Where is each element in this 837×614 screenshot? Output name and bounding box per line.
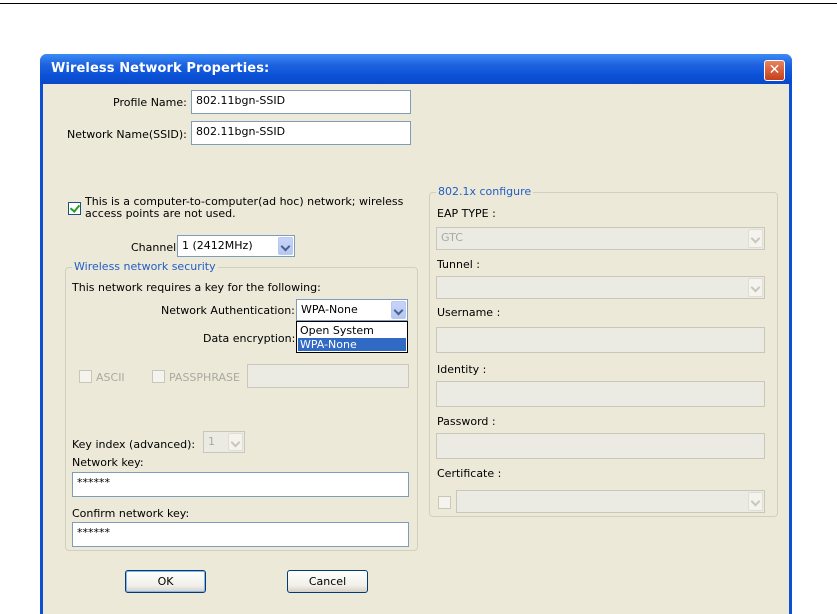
auth-option-wpa-none[interactable]: WPA-None (298, 338, 406, 351)
key-index-select[interactable]: 1 (203, 431, 245, 453)
password-input[interactable] (436, 433, 765, 459)
wireless-properties-dialog: Wireless Network Properties: ✕ Profile N… (40, 54, 792, 614)
data-encryption-label: Data encryption: (203, 332, 296, 345)
ssid-input[interactable]: 802.11bgn-SSID (191, 121, 411, 145)
ascii-label: ASCII (96, 371, 125, 384)
passphrase-input[interactable] (247, 364, 409, 388)
key-index-label: Key index (advanced): (72, 438, 196, 451)
chevron-down-icon[interactable] (748, 492, 763, 511)
eap-type-label: EAP TYPE : (437, 207, 496, 220)
certificate-select[interactable] (456, 490, 765, 513)
confirm-key-input[interactable]: ****** (72, 522, 409, 547)
network-auth-label: Network Authentication: (161, 304, 295, 317)
eap-type-value: GTC (441, 231, 463, 244)
chevron-down-icon[interactable] (391, 301, 406, 319)
chevron-down-icon[interactable] (748, 278, 763, 297)
security-group-title: Wireless network security (72, 260, 218, 273)
ok-button[interactable]: OK (125, 570, 206, 593)
eap-type-select[interactable]: GTC (436, 227, 765, 250)
certificate-label: Certificate : (437, 467, 502, 480)
top-divider-line (0, 3, 837, 4)
close-button[interactable]: ✕ (764, 60, 785, 81)
chevron-down-icon[interactable] (278, 237, 293, 255)
cancel-button[interactable]: Cancel (287, 570, 368, 593)
network-auth-dropdown-list[interactable]: Open System WPA-None (296, 321, 408, 353)
identity-input[interactable] (436, 381, 765, 407)
identity-label: Identity : (437, 363, 487, 376)
network-key-input[interactable]: ****** (72, 472, 409, 497)
username-input[interactable] (436, 327, 765, 353)
eap-group-title: 802.1x configure (436, 185, 534, 198)
chevron-down-icon[interactable] (228, 433, 243, 451)
profile-name-label: Profile Name: (113, 96, 187, 109)
channel-select[interactable]: 1 (2412MHz) (177, 235, 295, 257)
adhoc-checkbox[interactable] (68, 202, 81, 215)
dialog-client-area: Profile Name: 802.11bgn-SSID Network Nam… (43, 84, 789, 614)
dialog-title: Wireless Network Properties: (51, 61, 270, 76)
ascii-checkbox[interactable] (79, 370, 92, 383)
channel-value: 1 (2412MHz) (182, 239, 253, 252)
password-label: Password : (437, 415, 496, 428)
certificate-checkbox[interactable] (438, 496, 451, 509)
profile-name-input[interactable]: 802.11bgn-SSID (191, 90, 411, 114)
confirm-key-label: Confirm network key: (72, 507, 190, 520)
ssid-label: Network Name(SSID): (67, 128, 187, 141)
username-label: Username : (437, 306, 501, 319)
network-auth-value: WPA-None (301, 303, 358, 316)
tunnel-select[interactable] (436, 276, 765, 299)
title-bar[interactable]: Wireless Network Properties: ✕ (40, 54, 792, 84)
channel-label: Channel: (131, 241, 180, 254)
network-auth-select[interactable]: WPA-None (296, 299, 408, 321)
key-index-value: 1 (208, 435, 215, 448)
adhoc-label-line2: access points are not used. (85, 207, 236, 220)
auth-option-open-system[interactable]: Open System (298, 324, 406, 337)
chevron-down-icon[interactable] (748, 229, 763, 248)
passphrase-label: PASSPHRASE (169, 371, 240, 384)
close-icon: ✕ (768, 62, 781, 78)
network-key-label: Network key: (72, 456, 144, 469)
passphrase-checkbox[interactable] (152, 370, 165, 383)
requires-key-text: This network requires a key for the foll… (72, 281, 321, 294)
tunnel-label: Tunnel : (437, 258, 480, 271)
